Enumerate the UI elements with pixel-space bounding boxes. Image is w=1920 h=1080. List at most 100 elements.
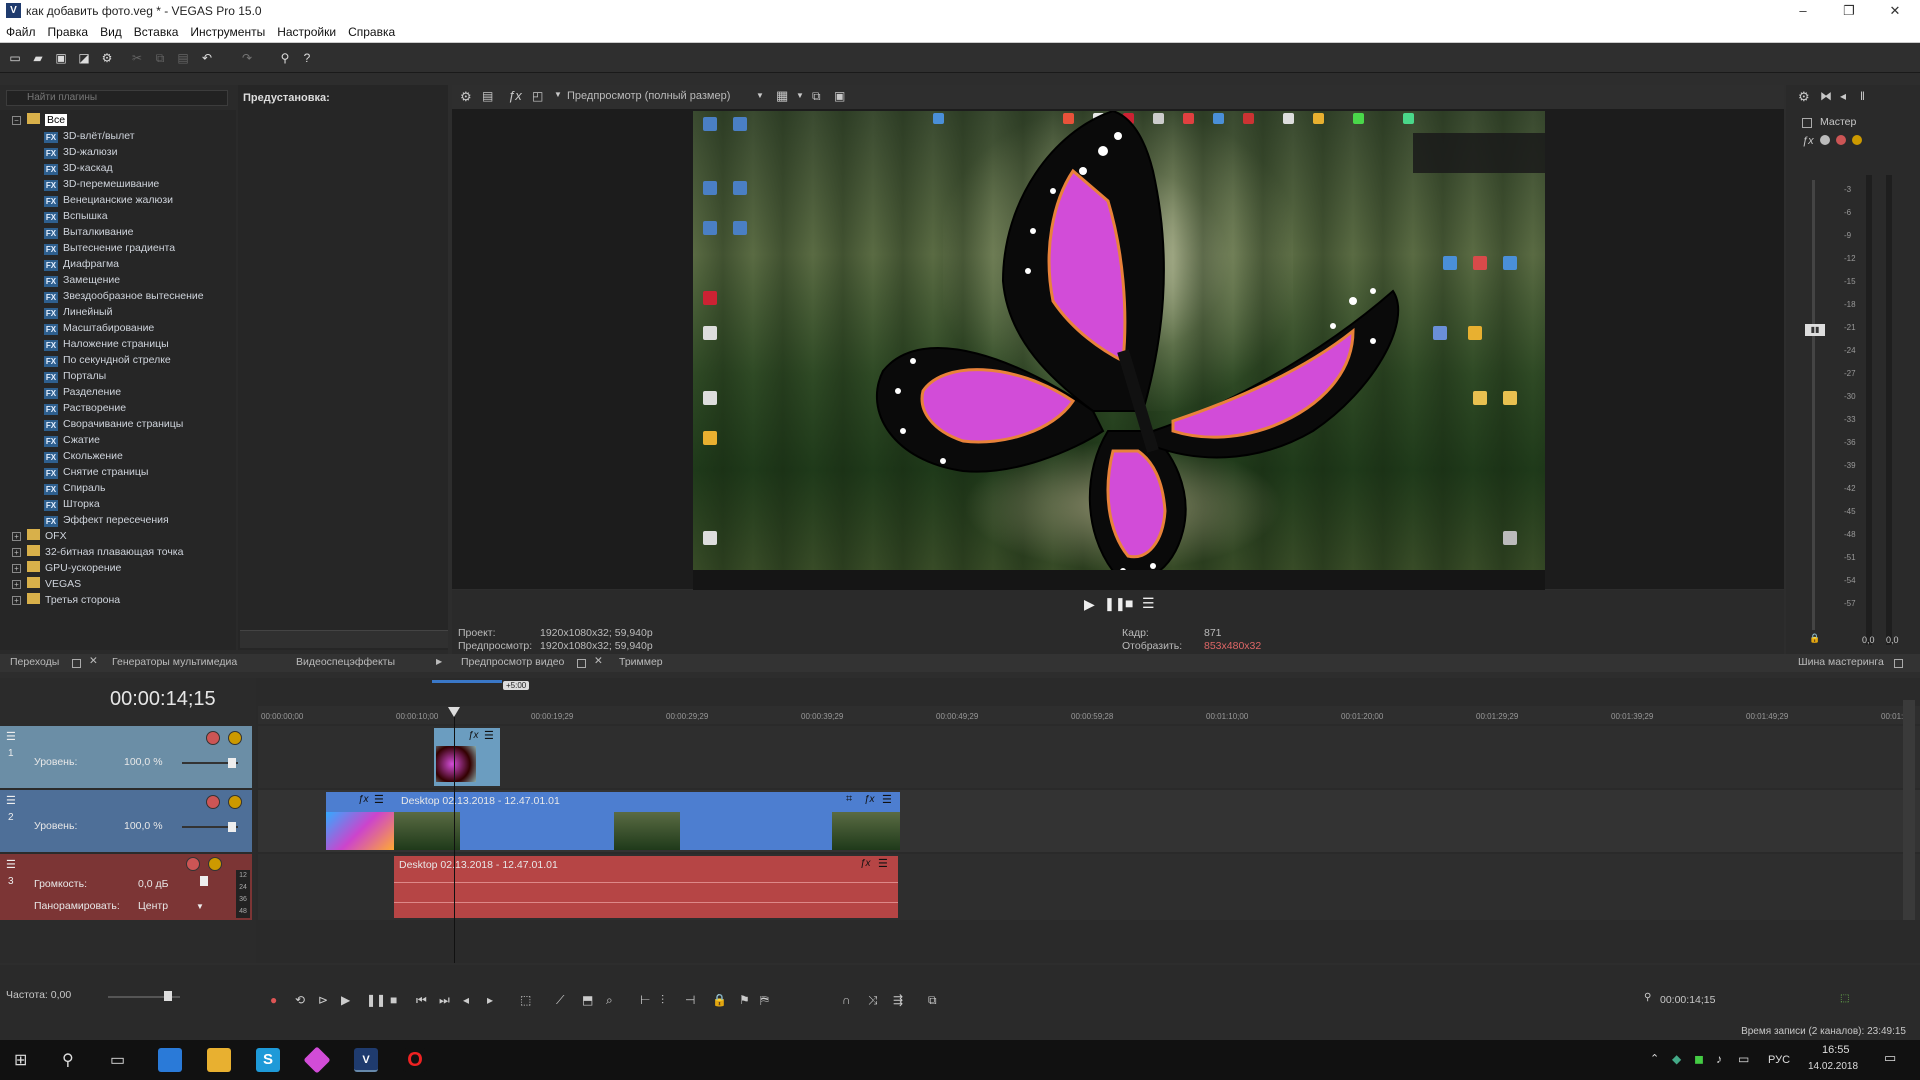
master-solo-icon[interactable] bbox=[1852, 135, 1862, 145]
video-event[interactable]: Desktop 02.13.2018 - 12.47.01.01 ƒx ☰ ⌗ … bbox=[326, 792, 900, 850]
trim-end-icon[interactable]: ⊣ bbox=[685, 993, 695, 1007]
render-icon[interactable]: ◪ bbox=[77, 51, 91, 65]
preview-mode-icon[interactable]: ◰ bbox=[532, 89, 543, 103]
master-mute-icon[interactable] bbox=[1836, 135, 1846, 145]
video-event-menu-icon[interactable]: ☰ bbox=[882, 793, 892, 806]
image-event-fx-icon[interactable]: ƒx bbox=[468, 730, 479, 741]
maximize-button[interactable]: ❐ bbox=[1826, 0, 1872, 22]
preview-mode-chevron-down-icon[interactable]: ▼ bbox=[554, 90, 562, 99]
fx-item[interactable]: FX 3D-перемешивание bbox=[44, 176, 159, 192]
image-event[interactable]: ƒx ☰ bbox=[434, 728, 500, 786]
expand-icon[interactable]: + bbox=[12, 564, 21, 573]
dim-audio-icon[interactable]: ◂ bbox=[1840, 89, 1846, 103]
fx-item[interactable]: FX Разделение bbox=[44, 384, 121, 400]
action-center-icon[interactable]: ▭ bbox=[1884, 1050, 1896, 1066]
menu-file[interactable]: Файл bbox=[0, 22, 42, 39]
clock-date[interactable]: 14.02.2018 bbox=[1808, 1061, 1858, 1072]
stop-button[interactable]: ■ bbox=[1125, 595, 1133, 611]
track-header-3[interactable]: ☰ 3 Громкость: 0,0 дБ Панорамировать: Це… bbox=[0, 854, 252, 920]
save-icon[interactable]: ▣ bbox=[54, 51, 68, 65]
search-icon[interactable]: ⚲ bbox=[62, 1050, 74, 1070]
new-file-icon[interactable]: ▭ bbox=[8, 51, 22, 65]
fx-group-item[interactable]: + GPU-ускорение bbox=[12, 560, 121, 576]
fx-item[interactable]: FX Сворачивание страницы bbox=[44, 416, 183, 432]
fx-item[interactable]: FX Линейный bbox=[44, 304, 112, 320]
keyboard-language[interactable]: РУС bbox=[1768, 1054, 1790, 1066]
split-icon[interactable]: ⫶ bbox=[661, 993, 664, 1008]
track-3-mute-icon[interactable] bbox=[186, 857, 200, 871]
playhead-cursor[interactable] bbox=[454, 708, 455, 963]
mixer-settings-gear-icon[interactable]: ⚙ bbox=[1798, 89, 1810, 105]
menu-options[interactable]: Настройки bbox=[271, 22, 342, 39]
preview-menu-icon[interactable]: ☰ bbox=[1142, 595, 1155, 612]
current-timecode[interactable]: 00:00:14;15 bbox=[110, 688, 216, 711]
snap-icon[interactable]: ⚲ bbox=[278, 51, 292, 65]
timeline-v-scrollbar[interactable] bbox=[1903, 700, 1915, 920]
file-explorer-icon[interactable] bbox=[207, 1048, 231, 1072]
fx-item[interactable]: FX 3D-влёт/вылет bbox=[44, 128, 135, 144]
record-icon[interactable]: ● bbox=[270, 993, 277, 1007]
project-properties-icon[interactable]: ▤ bbox=[482, 89, 493, 103]
paste-icon[interactable]: ▤ bbox=[176, 51, 190, 65]
fx-item[interactable]: FX Звездообразное вытеснение bbox=[44, 288, 204, 304]
track-header-1[interactable]: ☰ 1 Уровень: 100,0 % bbox=[0, 726, 252, 788]
go-to-start-icon[interactable]: ⏮ bbox=[416, 993, 427, 1008]
audio-event-menu-icon[interactable]: ☰ bbox=[878, 857, 888, 870]
fx-item[interactable]: FX Венецианские жалюзи bbox=[44, 192, 173, 208]
skype-icon[interactable]: S bbox=[256, 1048, 280, 1072]
tab-trimmer[interactable]: Триммер bbox=[619, 656, 663, 668]
audio-event[interactable]: Desktop 02.13.2018 - 12.47.01.01 ƒx ☰ bbox=[394, 856, 898, 918]
fader-lock-icon[interactable]: 🔒 bbox=[1809, 633, 1820, 644]
minimize-button[interactable]: – bbox=[1780, 0, 1826, 22]
fx-item[interactable]: FX Скольжение bbox=[44, 448, 123, 464]
tab-video-fx[interactable]: Видеоспецэффекты bbox=[296, 656, 395, 668]
task-view-icon[interactable]: ▭ bbox=[110, 1050, 125, 1070]
trim-start-icon[interactable]: ⊢ bbox=[640, 993, 650, 1007]
track-3-solo-icon[interactable] bbox=[208, 857, 222, 871]
mixer-bars-icon[interactable]: ‖ bbox=[1860, 89, 1865, 103]
auto-ripple-icon[interactable]: ⤨ bbox=[868, 993, 878, 1008]
video-event-fx-icon-left[interactable]: ƒx bbox=[358, 794, 369, 805]
master-bus-tab-pin-icon[interactable] bbox=[1894, 659, 1903, 668]
collapse-icon[interactable]: − bbox=[12, 116, 21, 125]
tab-transitions[interactable]: Переходы bbox=[10, 656, 59, 668]
fx-item[interactable]: FX Масштабирование bbox=[44, 320, 154, 336]
preview-settings-gear-icon[interactable]: ⚙ bbox=[460, 89, 472, 105]
envelope-tool-icon[interactable]: ⟋ bbox=[556, 993, 564, 1008]
fx-item[interactable]: FX Спираль bbox=[44, 480, 105, 496]
fx-group-item[interactable]: + Третья сторона bbox=[12, 592, 120, 608]
go-to-end-icon[interactable]: ⏭ bbox=[439, 993, 450, 1008]
stop-icon[interactable]: ■ bbox=[390, 993, 397, 1007]
audio-event-fx-icon[interactable]: ƒx bbox=[860, 858, 871, 869]
expand-icon[interactable]: + bbox=[12, 532, 21, 541]
fx-item[interactable]: FX Замещение bbox=[44, 272, 120, 288]
play-from-start-icon[interactable]: ⊳ bbox=[318, 993, 328, 1007]
vegas-taskbar-icon[interactable]: V bbox=[354, 1048, 378, 1072]
downmix-icon[interactable]: ⧓ bbox=[1820, 89, 1832, 103]
track-1-mute-icon[interactable] bbox=[206, 731, 220, 745]
fx-item[interactable]: FX Эффект пересечения bbox=[44, 512, 169, 528]
pan-chevron-down-icon[interactable]: ▼ bbox=[196, 902, 204, 911]
preview-quality-dropdown[interactable]: Предпросмотр (полный размер) bbox=[567, 90, 730, 102]
menu-view[interactable]: Вид bbox=[94, 22, 128, 39]
master-fader-handle[interactable]: ▮▮ bbox=[1805, 324, 1825, 336]
opera-icon[interactable]: O bbox=[403, 1048, 427, 1072]
clock-time[interactable]: 16:55 bbox=[1822, 1044, 1850, 1056]
network-icon[interactable]: ▭ bbox=[1738, 1052, 1749, 1066]
play-icon[interactable]: ▶ bbox=[341, 993, 350, 1007]
fx-item[interactable]: FX Сжатие bbox=[44, 432, 100, 448]
track-3-menu-icon[interactable]: ☰ bbox=[6, 858, 16, 871]
snap-magnet-icon[interactable]: ∩ bbox=[842, 993, 851, 1007]
image-event-menu-icon[interactable]: ☰ bbox=[484, 729, 494, 742]
zoom-tool-icon[interactable]: ⌕ bbox=[606, 993, 613, 1008]
track-2-menu-icon[interactable]: ☰ bbox=[6, 794, 16, 807]
fx-item[interactable]: FX Диафрагма bbox=[44, 256, 119, 272]
track-3-pan-value[interactable]: Центр bbox=[138, 900, 168, 912]
fx-item[interactable]: FX Выталкивание bbox=[44, 224, 133, 240]
master-checkbox[interactable] bbox=[1802, 118, 1812, 128]
transitions-tab-close-icon[interactable]: ✕ bbox=[89, 655, 98, 667]
expand-icon[interactable]: + bbox=[12, 596, 21, 605]
cut-icon[interactable]: ✂ bbox=[130, 51, 144, 65]
master-fader-track[interactable] bbox=[1812, 180, 1815, 630]
ripple-mode-icon[interactable]: ⇶ bbox=[893, 993, 903, 1007]
